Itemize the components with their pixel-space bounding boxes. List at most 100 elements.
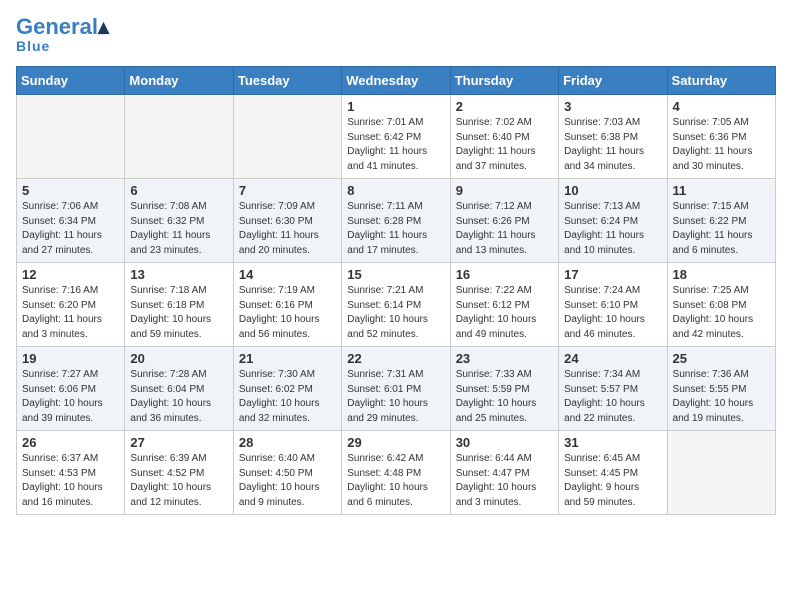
day-number: 9 [456, 183, 553, 198]
weekday-header-wednesday: Wednesday [342, 67, 450, 95]
calendar-cell: 1 Sunrise: 7:01 AM Sunset: 6:42 PM Daylig… [342, 95, 450, 179]
day-info: Sunrise: 6:42 AM Sunset: 4:48 PM Dayligh… [347, 452, 444, 510]
day-info: Sunrise: 6:45 AM Sunset: 4:45 PM Dayligh… [564, 452, 661, 510]
calendar-cell: 2Sunrise: 7:02 AM Sunset: 6:40 PM Daylig… [450, 95, 558, 179]
weekday-header-friday: Friday [559, 67, 667, 95]
day-info: Sunrise: 7:31 AM Sunset: 6:01 PM Dayligh… [347, 368, 444, 426]
day-number: 13 [130, 267, 227, 282]
day-info: Sunrise: 7:36 AM Sunset: 5:55 PM Dayligh… [673, 368, 770, 426]
day-number: 5 [22, 183, 119, 198]
calendar-cell: 22 Sunrise: 7:31 AM Sunset: 6:01 PM Dayli… [342, 347, 450, 431]
day-info: Sunrise: 7:11 AM Sunset: 6:28 PM Dayligh… [347, 200, 444, 258]
logo-general: General [16, 14, 98, 39]
calendar-week-row: 12 Sunrise: 7:16 AM Sunset: 6:20 PM Dayli… [17, 263, 776, 347]
calendar-cell: 23 Sunrise: 7:33 AM Sunset: 5:59 PM Dayli… [450, 347, 558, 431]
calendar-week-row: 26Sunrise: 6:37 AM Sunset: 4:53 PM Dayli… [17, 431, 776, 515]
weekday-header-tuesday: Tuesday [233, 67, 341, 95]
day-number: 10 [564, 183, 661, 198]
day-number: 3 [564, 99, 661, 114]
day-info: Sunrise: 7:03 AM Sunset: 6:38 PM Dayligh… [564, 116, 661, 174]
day-number: 24 [564, 351, 661, 366]
calendar-cell: 6 Sunrise: 7:08 AM Sunset: 6:32 PM Daylig… [125, 179, 233, 263]
day-info: Sunrise: 7:09 AM Sunset: 6:30 PM Dayligh… [239, 200, 336, 258]
calendar-cell [125, 95, 233, 179]
calendar-cell: 11Sunrise: 7:15 AM Sunset: 6:22 PM Dayli… [667, 179, 775, 263]
day-number: 14 [239, 267, 336, 282]
calendar-cell: 14 Sunrise: 7:19 AM Sunset: 6:16 PM Dayli… [233, 263, 341, 347]
calendar-cell: 18 Sunrise: 7:25 AM Sunset: 6:08 PM Dayli… [667, 263, 775, 347]
day-number: 12 [22, 267, 119, 282]
day-info: Sunrise: 7:02 AM Sunset: 6:40 PM Dayligh… [456, 116, 553, 174]
calendar-cell: 29Sunrise: 6:42 AM Sunset: 4:48 PM Dayli… [342, 431, 450, 515]
day-info: Sunrise: 7:16 AM Sunset: 6:20 PM Dayligh… [22, 284, 119, 342]
day-info: Sunrise: 7:24 AM Sunset: 6:10 PM Dayligh… [564, 284, 661, 342]
day-info: Sunrise: 7:30 AM Sunset: 6:02 PM Dayligh… [239, 368, 336, 426]
day-info: Sunrise: 7:27 AM Sunset: 6:06 PM Dayligh… [22, 368, 119, 426]
weekday-header-thursday: Thursday [450, 67, 558, 95]
calendar-table: SundayMondayTuesdayWednesdayThursdayFrid… [16, 66, 776, 515]
day-number: 1 [347, 99, 444, 114]
calendar-cell: 26Sunrise: 6:37 AM Sunset: 4:53 PM Dayli… [17, 431, 125, 515]
logo: General▴ Blue [16, 16, 109, 54]
calendar-cell: 16 Sunrise: 7:22 AM Sunset: 6:12 PM Dayli… [450, 263, 558, 347]
day-number: 11 [673, 183, 770, 198]
day-number: 22 [347, 351, 444, 366]
calendar-week-row: 5Sunrise: 7:06 AM Sunset: 6:34 PM Daylig… [17, 179, 776, 263]
logo-blue: Blue [16, 38, 50, 54]
calendar-cell: 8Sunrise: 7:11 AM Sunset: 6:28 PM Daylig… [342, 179, 450, 263]
day-info: Sunrise: 7:33 AM Sunset: 5:59 PM Dayligh… [456, 368, 553, 426]
calendar-cell: 4 Sunrise: 7:05 AM Sunset: 6:36 PM Daylig… [667, 95, 775, 179]
day-info: Sunrise: 7:12 AM Sunset: 6:26 PM Dayligh… [456, 200, 553, 258]
day-number: 31 [564, 435, 661, 450]
day-info: Sunrise: 6:40 AM Sunset: 4:50 PM Dayligh… [239, 452, 336, 510]
day-number: 30 [456, 435, 553, 450]
calendar-cell: 30 Sunrise: 6:44 AM Sunset: 4:47 PM Dayli… [450, 431, 558, 515]
day-number: 6 [130, 183, 227, 198]
calendar-cell: 9 Sunrise: 7:12 AM Sunset: 6:26 PM Daylig… [450, 179, 558, 263]
calendar-cell [233, 95, 341, 179]
day-number: 23 [456, 351, 553, 366]
calendar-cell: 3 Sunrise: 7:03 AM Sunset: 6:38 PM Daylig… [559, 95, 667, 179]
weekday-header-sunday: Sunday [17, 67, 125, 95]
day-number: 25 [673, 351, 770, 366]
weekday-header-saturday: Saturday [667, 67, 775, 95]
day-info: Sunrise: 7:08 AM Sunset: 6:32 PM Dayligh… [130, 200, 227, 258]
day-number: 19 [22, 351, 119, 366]
calendar-cell: 24 Sunrise: 7:34 AM Sunset: 5:57 PM Dayli… [559, 347, 667, 431]
calendar-week-row: 19 Sunrise: 7:27 AM Sunset: 6:06 PM Dayli… [17, 347, 776, 431]
day-info: Sunrise: 7:01 AM Sunset: 6:42 PM Dayligh… [347, 116, 444, 174]
calendar-cell: 31 Sunrise: 6:45 AM Sunset: 4:45 PM Dayli… [559, 431, 667, 515]
day-number: 7 [239, 183, 336, 198]
calendar-cell [667, 431, 775, 515]
day-info: Sunrise: 7:13 AM Sunset: 6:24 PM Dayligh… [564, 200, 661, 258]
day-info: Sunrise: 7:18 AM Sunset: 6:18 PM Dayligh… [130, 284, 227, 342]
calendar-header-row: SundayMondayTuesdayWednesdayThursdayFrid… [17, 67, 776, 95]
calendar-cell: 5Sunrise: 7:06 AM Sunset: 6:34 PM Daylig… [17, 179, 125, 263]
calendar-cell: 28Sunrise: 6:40 AM Sunset: 4:50 PM Dayli… [233, 431, 341, 515]
day-info: Sunrise: 7:05 AM Sunset: 6:36 PM Dayligh… [673, 116, 770, 174]
calendar-cell: 10 Sunrise: 7:13 AM Sunset: 6:24 PM Dayli… [559, 179, 667, 263]
calendar-week-row: 1 Sunrise: 7:01 AM Sunset: 6:42 PM Daylig… [17, 95, 776, 179]
day-number: 16 [456, 267, 553, 282]
day-info: Sunrise: 7:22 AM Sunset: 6:12 PM Dayligh… [456, 284, 553, 342]
day-number: 18 [673, 267, 770, 282]
calendar-cell [17, 95, 125, 179]
day-info: Sunrise: 7:21 AM Sunset: 6:14 PM Dayligh… [347, 284, 444, 342]
day-info: Sunrise: 7:34 AM Sunset: 5:57 PM Dayligh… [564, 368, 661, 426]
day-info: Sunrise: 7:25 AM Sunset: 6:08 PM Dayligh… [673, 284, 770, 342]
day-number: 4 [673, 99, 770, 114]
calendar-cell: 15Sunrise: 7:21 AM Sunset: 6:14 PM Dayli… [342, 263, 450, 347]
day-info: Sunrise: 7:28 AM Sunset: 6:04 PM Dayligh… [130, 368, 227, 426]
calendar-cell: 13 Sunrise: 7:18 AM Sunset: 6:18 PM Dayli… [125, 263, 233, 347]
weekday-header-monday: Monday [125, 67, 233, 95]
calendar-cell: 21 Sunrise: 7:30 AM Sunset: 6:02 PM Dayli… [233, 347, 341, 431]
day-number: 21 [239, 351, 336, 366]
calendar-cell: 20Sunrise: 7:28 AM Sunset: 6:04 PM Dayli… [125, 347, 233, 431]
calendar-cell: 7 Sunrise: 7:09 AM Sunset: 6:30 PM Daylig… [233, 179, 341, 263]
day-info: Sunrise: 7:19 AM Sunset: 6:16 PM Dayligh… [239, 284, 336, 342]
calendar-cell: 17Sunrise: 7:24 AM Sunset: 6:10 PM Dayli… [559, 263, 667, 347]
calendar-cell: 19 Sunrise: 7:27 AM Sunset: 6:06 PM Dayli… [17, 347, 125, 431]
calendar-cell: 27Sunrise: 6:39 AM Sunset: 4:52 PM Dayli… [125, 431, 233, 515]
day-info: Sunrise: 6:44 AM Sunset: 4:47 PM Dayligh… [456, 452, 553, 510]
day-info: Sunrise: 6:39 AM Sunset: 4:52 PM Dayligh… [130, 452, 227, 510]
